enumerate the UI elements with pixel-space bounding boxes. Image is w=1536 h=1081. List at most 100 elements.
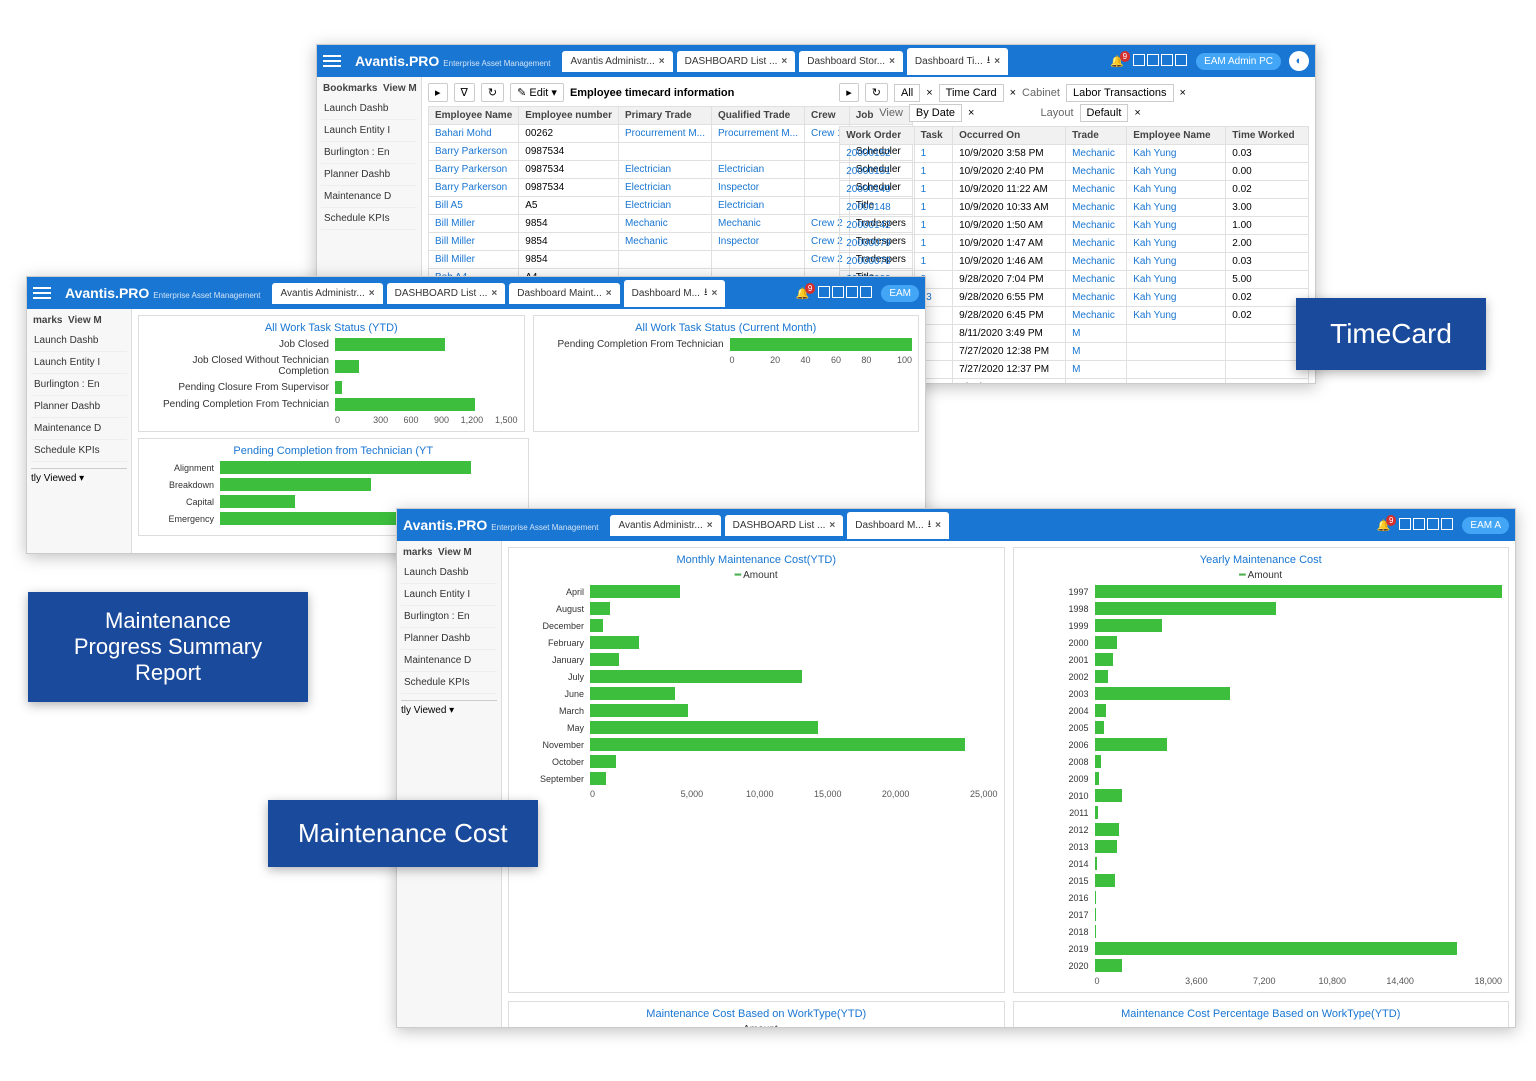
bar-label: 2017 (1020, 910, 1095, 920)
bell-icon[interactable]: 🔔9 (796, 287, 810, 300)
layout-icons[interactable] (817, 286, 873, 301)
sidebar-item[interactable]: Schedule KPIs (401, 672, 497, 694)
filter-icon[interactable]: ∇ (454, 83, 475, 102)
table-row[interactable]: 20000148110/9/2020 10:33 AMMechanicKah Y… (840, 199, 1309, 217)
table-row[interactable]: 20000079110/9/2020 1:47 AMMechanicKah Yu… (840, 235, 1309, 253)
sidebar-item[interactable]: Schedule KPIs (31, 440, 127, 462)
tab[interactable]: DASHBOARD List ...× (725, 515, 844, 536)
bell-icon[interactable]: 🔔9 (1110, 55, 1124, 68)
close-icon[interactable]: × (889, 56, 895, 67)
filter-bydate[interactable]: By Date (909, 104, 962, 122)
tab[interactable]: Dashboard Maint...× (509, 283, 619, 304)
column-header[interactable]: Occurred On (953, 127, 1066, 145)
layout-icons[interactable] (1132, 54, 1188, 69)
sidebar-item[interactable]: Launch Entity I (401, 584, 497, 606)
bar (1095, 789, 1122, 802)
table-row[interactable]: 20000149110/9/2020 11:22 AMMechanicKah Y… (840, 181, 1309, 199)
bar (590, 738, 965, 751)
column-header[interactable]: Time Worked (1226, 127, 1309, 145)
user-chip[interactable]: EAM Admin PC (1196, 53, 1281, 70)
view-more-link[interactable]: View M (438, 547, 472, 558)
callout-timecard: TimeCard (1296, 298, 1486, 370)
avatar[interactable]: ◐ (1289, 51, 1309, 71)
column-header[interactable]: Employee number (519, 107, 619, 125)
table-row[interactable]: 20000152110/9/2020 3:58 PMMechanicKah Yu… (840, 145, 1309, 163)
view-more-link[interactable]: View M (68, 315, 102, 326)
column-header[interactable]: Primary Trade (618, 107, 711, 125)
close-icon[interactable]: × (711, 288, 717, 299)
tab[interactable]: Avantis Administr...× (610, 515, 720, 536)
sidebar-item[interactable]: Launch Dashb (31, 330, 127, 352)
tab[interactable]: DASHBOARD List ...× (387, 283, 506, 304)
download-icon[interactable]: ⭳ (928, 517, 932, 534)
filter-default[interactable]: Default (1080, 104, 1129, 122)
bar-label: 2013 (1020, 842, 1095, 852)
sidebar-item[interactable]: Planner Dashb (321, 164, 417, 186)
bar-label: 2018 (1020, 927, 1095, 937)
sidebar-item[interactable]: Launch Entity I (321, 120, 417, 142)
edit-button[interactable]: ✎ Edit ▾ (510, 83, 564, 102)
sidebar-item[interactable]: Launch Entity I (31, 352, 127, 374)
menu-icon[interactable] (323, 49, 347, 73)
column-header[interactable]: Trade (1066, 127, 1127, 145)
bell-icon[interactable]: 🔔9 (1377, 519, 1391, 532)
filter-all[interactable]: All (894, 84, 920, 102)
titlebar: Avantis.PRO Enterprise Asset Management … (317, 45, 1315, 77)
chart-title: Maintenance Cost Based on WorkType(YTD) (515, 1008, 998, 1020)
sidebar-item[interactable]: Maintenance D (401, 650, 497, 672)
close-icon[interactable]: × (707, 520, 713, 531)
view-more-link[interactable]: View M (383, 83, 417, 94)
nav-prev-button[interactable]: ▸ (839, 83, 859, 102)
bar-label: 2020 (1020, 961, 1095, 971)
column-header[interactable]: Employee Name (429, 107, 519, 125)
sidebar-item[interactable]: Launch Dashb (321, 98, 417, 120)
table-row[interactable]: 20000078110/9/2020 1:46 AMMechanicKah Yu… (840, 253, 1309, 271)
sidebar-item[interactable]: Burlington : En (401, 606, 497, 628)
sidebar-item[interactable]: Maintenance D (31, 418, 127, 440)
close-icon[interactable]: × (369, 288, 375, 299)
tab[interactable]: Avantis Administr...× (272, 283, 382, 304)
close-icon[interactable]: × (781, 56, 787, 67)
table-row[interactable]: 20000142110/9/2020 1:50 AMMechanicKah Yu… (840, 217, 1309, 235)
column-header[interactable]: Work Order (840, 127, 914, 145)
sidebar-item[interactable]: Planner Dashb (31, 396, 127, 418)
titlebar: Avantis.PROEnterprise Asset Management A… (397, 509, 1515, 541)
app-name: Avantis.PRO (355, 53, 439, 69)
close-icon[interactable]: × (935, 520, 941, 531)
filter-timecard[interactable]: Time Card (939, 84, 1004, 102)
layout-icons[interactable] (1398, 518, 1454, 533)
sidebar-item[interactable]: Planner Dashb (401, 628, 497, 650)
close-icon[interactable]: × (606, 288, 612, 299)
tab[interactable]: Dashboard Stor...× (799, 51, 903, 72)
menu-icon[interactable] (33, 281, 57, 305)
column-header[interactable]: Task (914, 127, 952, 145)
bar (590, 687, 675, 700)
sidebar: marks View M Launch Dashb Launch Entity … (397, 541, 502, 1027)
close-icon[interactable]: × (994, 56, 1000, 67)
close-icon[interactable]: × (829, 520, 835, 531)
filter-labor[interactable]: Labor Transactions (1066, 84, 1174, 102)
close-icon[interactable]: × (659, 56, 665, 67)
table-row[interactable]: 20000151110/9/2020 2:40 PMMechanicKah Yu… (840, 163, 1309, 181)
sidebar-item[interactable]: Launch Dashb (401, 562, 497, 584)
sidebar-item[interactable]: Burlington : En (31, 374, 127, 396)
tab[interactable]: DASHBOARD List ...× (677, 51, 796, 72)
download-icon[interactable]: ⭳ (987, 53, 991, 70)
close-icon[interactable]: × (491, 288, 497, 299)
tab[interactable]: Dashboard M... ⭳× (624, 280, 726, 307)
tab[interactable]: Avantis Administr...× (562, 51, 672, 72)
user-chip[interactable]: EAM A (1462, 517, 1509, 534)
sidebar-item[interactable]: Schedule KPIs (321, 208, 417, 230)
bar (1095, 874, 1115, 887)
refresh-icon[interactable]: ↻ (865, 83, 888, 102)
column-header[interactable]: Employee Name (1127, 127, 1226, 145)
download-icon[interactable]: ⭳ (704, 285, 708, 302)
sidebar-item[interactable]: Burlington : En (321, 142, 417, 164)
tab[interactable]: Dashboard M... ⭳× (847, 512, 949, 539)
column-header[interactable]: Qualified Trade (712, 107, 805, 125)
refresh-icon[interactable]: ↻ (481, 83, 504, 102)
user-chip[interactable]: EAM (881, 285, 919, 302)
tab[interactable]: Dashboard Ti... ⭳× (907, 48, 1008, 75)
nav-prev-button[interactable]: ▸ (428, 83, 448, 102)
sidebar-item[interactable]: Maintenance D (321, 186, 417, 208)
